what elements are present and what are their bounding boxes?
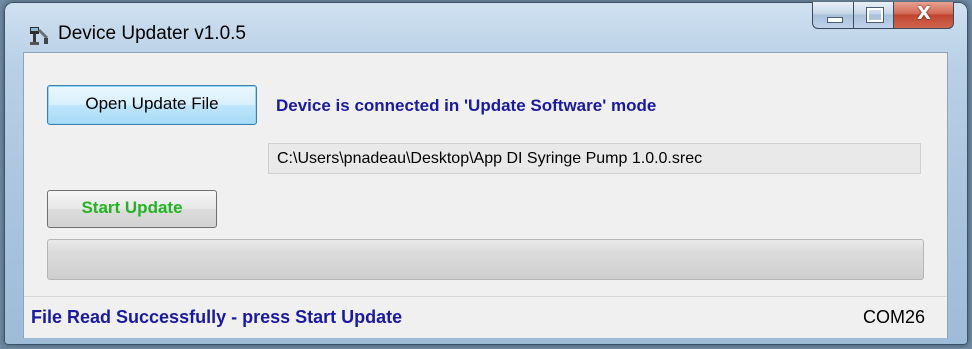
maximize-icon — [866, 7, 884, 23]
start-update-button[interactable]: Start Update — [47, 190, 217, 228]
connection-status-label: Device is connected in 'Update Software'… — [276, 96, 657, 115]
com-port-label: COM26 — [862, 307, 925, 327]
close-button[interactable]: X — [894, 2, 954, 29]
open-update-file-button[interactable]: Open Update File — [47, 85, 257, 125]
window-title: Device Updater v1.0.5 — [58, 23, 246, 44]
close-icon: X — [917, 3, 931, 24]
file-path-field: C:\Users\pnadeau\Desktop\App DI Syringe … — [268, 143, 921, 174]
update-progress-bar — [47, 239, 924, 280]
status-message: File Read Successfully - press Start Upd… — [31, 307, 403, 327]
minimize-button[interactable] — [812, 2, 854, 29]
device-tool-icon — [30, 27, 48, 45]
maximize-button[interactable] — [854, 2, 894, 29]
status-bar: File Read Successfully - press Start Upd… — [24, 296, 947, 338]
title-bar[interactable]: Device Updater v1.0.5 X — [4, 2, 968, 52]
app-window: Device Updater v1.0.5 X Open Update File… — [4, 2, 968, 345]
minimize-icon — [827, 17, 843, 23]
client-area: Open Update File Device is connected in … — [23, 52, 948, 338]
caption-buttons: X — [812, 2, 954, 30]
